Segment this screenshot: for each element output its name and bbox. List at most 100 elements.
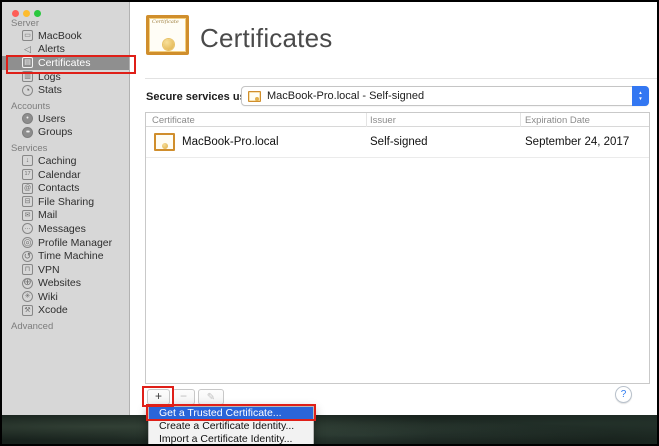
secure-services-popup[interactable]: MacBook-Pro.local - Self-signed	[241, 86, 649, 106]
sidebar-item-macbook[interactable]: MacBook	[2, 29, 129, 43]
sidebar-item-vpn[interactable]: VPN	[2, 263, 129, 277]
certificates-table: Certificate Issuer Expiration Date MacBo…	[145, 112, 650, 384]
sidebar-item-users[interactable]: Users	[2, 112, 129, 126]
sidebar-item-label: Messages	[38, 223, 86, 235]
sidebar-item-label: Time Machine	[38, 250, 104, 262]
certificate-small-icon	[154, 133, 175, 151]
certificates-pane: Certificates Secure services using: MacB…	[131, 2, 659, 415]
edit-button[interactable]	[198, 389, 224, 405]
section-label: Advanced	[2, 321, 129, 332]
page-title: Certificates	[200, 23, 332, 54]
cell-expiration: September 24, 2017	[525, 136, 629, 148]
minimize-button[interactable]	[23, 10, 30, 17]
sidebar-item-messages[interactable]: Messages	[2, 222, 129, 236]
sidebar-section-accounts: Accounts Users Groups	[2, 101, 129, 139]
sidebar-item-file-sharing[interactable]: File Sharing	[2, 195, 129, 209]
sidebar-section-services: Services Caching Calendar Contacts File …	[2, 143, 129, 317]
stepper-up-icon	[638, 91, 642, 96]
sidebar-item-groups[interactable]: Groups	[2, 126, 129, 140]
stepper-down-icon	[638, 97, 642, 102]
xcode-icon	[22, 305, 33, 316]
table-header: Certificate Issuer Expiration Date	[146, 113, 649, 127]
sidebar-item-wiki[interactable]: Wiki	[2, 290, 129, 304]
logs-icon	[22, 71, 33, 82]
sidebar-item-label: Xcode	[38, 304, 68, 316]
sidebar-item-caching[interactable]: Caching	[2, 154, 129, 168]
close-button[interactable]	[12, 10, 19, 17]
mail-icon	[22, 210, 33, 221]
menu-item-create-certificate-identity[interactable]: Create a Certificate Identity...	[149, 420, 313, 433]
popup-selected-value: MacBook-Pro.local - Self-signed	[267, 90, 632, 102]
sidebar: Server MacBook Alerts Certificates Logs …	[2, 2, 130, 415]
file-sharing-icon	[22, 196, 33, 207]
sidebar-item-stats[interactable]: Stats	[2, 83, 129, 97]
popup-stepper	[632, 86, 649, 106]
users-icon	[22, 113, 33, 124]
cell-certificate: MacBook-Pro.local	[182, 136, 279, 148]
remove-button[interactable]: −	[172, 389, 195, 405]
sidebar-item-label: Contacts	[38, 182, 79, 194]
add-button[interactable]: +	[147, 389, 170, 405]
column-header-issuer[interactable]: Issuer	[370, 115, 396, 126]
sidebar-item-calendar[interactable]: Calendar	[2, 168, 129, 182]
sidebar-item-label: Groups	[38, 126, 72, 138]
sidebar-item-xcode[interactable]: Xcode	[2, 304, 129, 318]
pencil-icon	[207, 389, 215, 403]
section-label: Accounts	[2, 101, 129, 112]
sidebar-item-alerts[interactable]: Alerts	[2, 43, 129, 57]
sidebar-item-time-machine[interactable]: Time Machine	[2, 249, 129, 263]
sidebar-item-certificates[interactable]: Certificates	[2, 56, 129, 70]
window-controls	[12, 10, 41, 17]
messages-icon	[22, 223, 33, 234]
sidebar-item-label: Stats	[38, 84, 62, 96]
stats-icon	[22, 85, 33, 96]
sidebar-item-label: File Sharing	[38, 196, 94, 208]
menu-item-get-trusted-certificate[interactable]: Get a Trusted Certificate...	[149, 407, 313, 420]
sidebar-item-label: MacBook	[38, 30, 82, 42]
sidebar-item-profile-manager[interactable]: Profile Manager	[2, 236, 129, 250]
add-certificate-menu: Get a Trusted Certificate... Create a Ce…	[148, 406, 314, 446]
groups-icon	[22, 127, 33, 138]
cell-issuer: Self-signed	[370, 136, 428, 148]
caching-icon	[22, 155, 33, 166]
wiki-icon	[22, 291, 33, 302]
time-machine-icon	[22, 251, 33, 262]
divider	[145, 78, 659, 79]
sidebar-section-advanced: Advanced	[2, 321, 129, 332]
menu-item-import-certificate-identity[interactable]: Import a Certificate Identity...	[149, 433, 313, 446]
certificate-small-icon	[248, 91, 261, 102]
sidebar-item-label: VPN	[38, 264, 60, 276]
sidebar-item-contacts[interactable]: Contacts	[2, 181, 129, 195]
help-button[interactable]: ?	[615, 386, 632, 403]
column-header-certificate[interactable]: Certificate	[152, 115, 195, 126]
sidebar-item-logs[interactable]: Logs	[2, 70, 129, 84]
sidebar-item-label: Calendar	[38, 169, 81, 181]
column-header-expiration[interactable]: Expiration Date	[525, 115, 590, 126]
table-row[interactable]: MacBook-Pro.local Self-signed September …	[146, 127, 649, 158]
sidebar-item-label: Users	[38, 113, 65, 125]
calendar-icon	[22, 169, 33, 180]
sidebar-section-server: Server MacBook Alerts Certificates Logs …	[2, 18, 129, 97]
certificates-icon	[22, 57, 33, 68]
section-label: Services	[2, 143, 129, 154]
macbook-icon	[22, 30, 33, 41]
profile-manager-icon	[22, 237, 33, 248]
sidebar-item-label: Websites	[38, 277, 81, 289]
screenshot-frame: Server MacBook Alerts Certificates Logs …	[0, 0, 659, 446]
vpn-icon	[22, 264, 33, 275]
sidebar-item-label: Alerts	[38, 43, 65, 55]
column-divider	[366, 113, 367, 127]
sidebar-item-label: Mail	[38, 209, 57, 221]
sidebar-item-label: Logs	[38, 71, 61, 83]
sidebar-item-websites[interactable]: Websites	[2, 277, 129, 291]
sidebar-item-label: Caching	[38, 155, 77, 167]
section-label: Server	[2, 18, 129, 29]
sidebar-item-label: Profile Manager	[38, 237, 112, 249]
alerts-icon	[22, 44, 33, 55]
certificate-icon	[146, 15, 189, 55]
sidebar-item-label: Wiki	[38, 291, 58, 303]
sidebar-item-mail[interactable]: Mail	[2, 209, 129, 223]
zoom-button[interactable]	[34, 10, 41, 17]
websites-icon	[22, 278, 33, 289]
desktop-wallpaper	[2, 415, 657, 444]
